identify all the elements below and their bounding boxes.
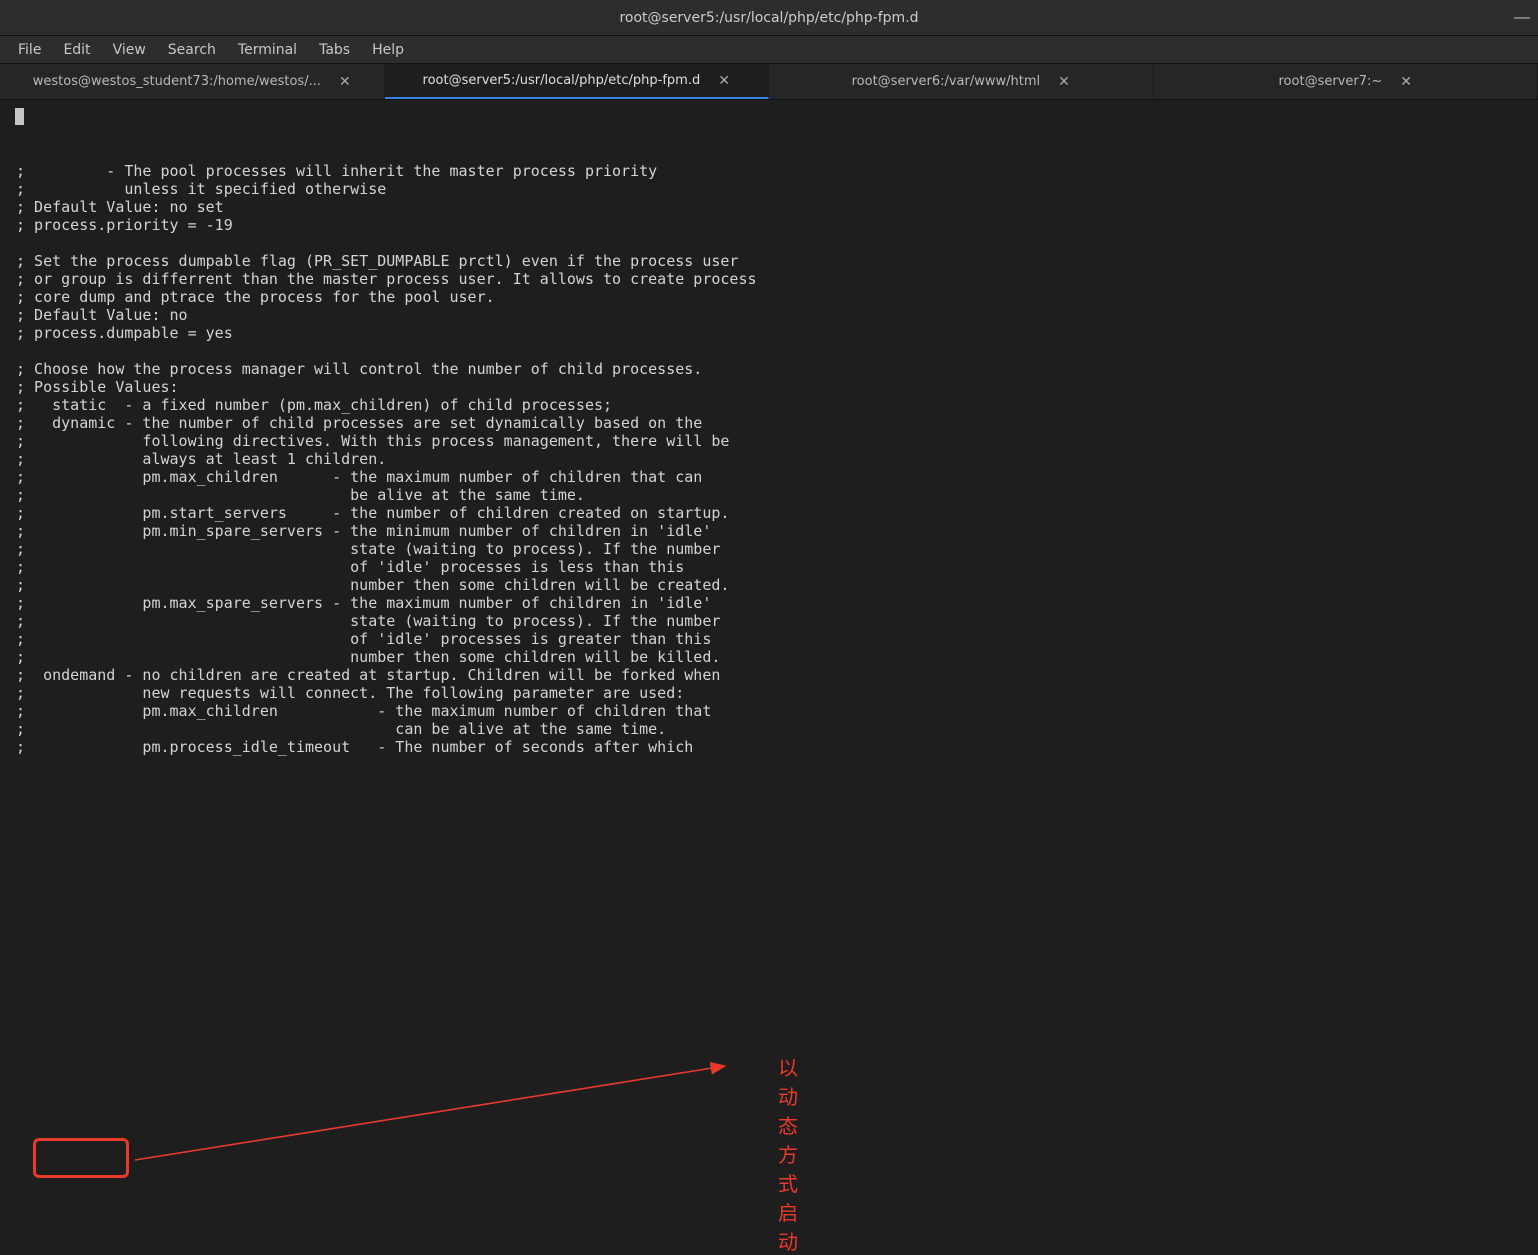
- minimize-icon[interactable]: —: [1514, 9, 1530, 27]
- menu-edit[interactable]: Edit: [53, 40, 100, 60]
- annotation-arrow: [130, 1052, 740, 1172]
- tab-bar: westos@westos_student73:/home/westos/...…: [0, 64, 1538, 100]
- text-cursor: [15, 108, 24, 125]
- window-controls: —: [1514, 0, 1530, 36]
- terminal-viewport[interactable]: ; - The pool processes will inherit the …: [0, 100, 1538, 782]
- tab-server5[interactable]: root@server5:/usr/local/php/etc/php-fpm.…: [385, 64, 770, 99]
- menu-file[interactable]: File: [8, 40, 51, 60]
- menu-terminal[interactable]: Terminal: [228, 40, 307, 60]
- tab-server6[interactable]: root@server6:/var/www/html ✕: [769, 64, 1154, 99]
- menu-help[interactable]: Help: [362, 40, 414, 60]
- tab-label: westos@westos_student73:/home/westos/...: [33, 74, 321, 89]
- annotation-label: 以动态方式启动: [778, 1052, 798, 1255]
- tab-label: root@server5:/usr/local/php/etc/php-fpm.…: [423, 73, 701, 88]
- tab-westos[interactable]: westos@westos_student73:/home/westos/...…: [0, 64, 385, 99]
- close-icon[interactable]: ✕: [718, 74, 730, 88]
- tab-label: root@server7:~: [1279, 74, 1383, 89]
- terminal-text: ; - The pool processes will inherit the …: [16, 162, 1522, 756]
- window-titlebar: root@server5:/usr/local/php/etc/php-fpm.…: [0, 0, 1538, 36]
- menu-tabs[interactable]: Tabs: [309, 40, 360, 60]
- menu-view[interactable]: View: [103, 40, 156, 60]
- tab-label: root@server6:/var/www/html: [852, 74, 1041, 89]
- menu-search[interactable]: Search: [158, 40, 226, 60]
- close-icon[interactable]: ✕: [1400, 75, 1412, 89]
- window-title: root@server5:/usr/local/php/etc/php-fpm.…: [619, 10, 918, 26]
- tab-server7[interactable]: root@server7:~ ✕: [1154, 64, 1538, 99]
- annotation-highlight-box: [33, 1138, 129, 1178]
- close-icon[interactable]: ✕: [1058, 75, 1070, 89]
- menubar: File Edit View Search Terminal Tabs Help: [0, 36, 1538, 64]
- close-icon[interactable]: ✕: [339, 75, 351, 89]
